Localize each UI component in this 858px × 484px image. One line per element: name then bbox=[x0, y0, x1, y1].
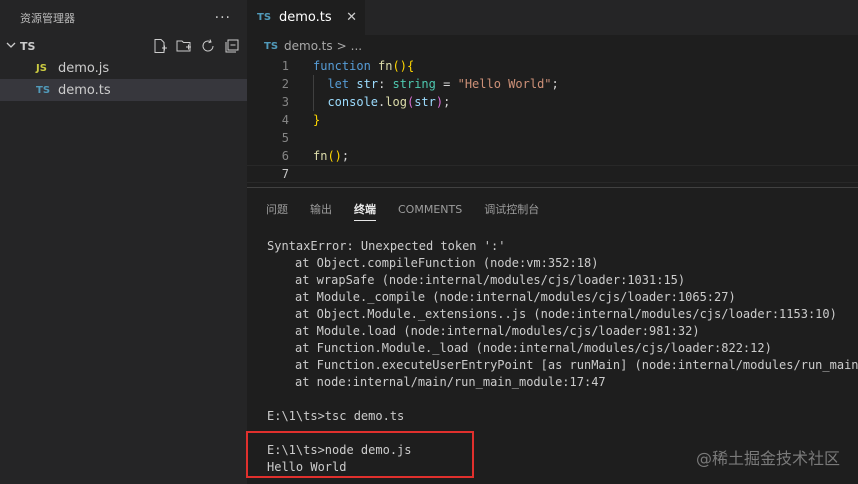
line-number: 5 bbox=[281, 131, 289, 145]
terminal-stack-line: at Function.executeUserEntryPoint [as ru… bbox=[295, 358, 858, 372]
line-number: 7 bbox=[281, 167, 289, 181]
js-file-icon: JS bbox=[36, 62, 47, 74]
code-line: 1 function fn(){ bbox=[247, 57, 858, 75]
ts-file-icon: TS bbox=[264, 40, 279, 52]
explorer-sidebar: 资源管理器 ··· TS JS demo.js TS demo.ts bbox=[0, 0, 247, 484]
terminal-stack-line: at Module._compile (node:internal/module… bbox=[295, 290, 736, 304]
tab-comments[interactable]: COMMENTS bbox=[398, 188, 462, 230]
file-item-demo-js[interactable]: JS demo.js bbox=[0, 57, 247, 79]
tab-debug-console[interactable]: 调试控制台 bbox=[484, 188, 539, 230]
tab-output[interactable]: 输出 bbox=[310, 188, 332, 230]
folder-name: TS bbox=[20, 39, 36, 53]
highlight-annotation-box bbox=[246, 431, 474, 478]
code-line: 3 console.log(str); bbox=[247, 93, 858, 111]
line-number: 1 bbox=[281, 59, 289, 73]
code-editor[interactable]: 1 function fn(){ 2 let str: string = "He… bbox=[247, 57, 858, 187]
terminal-stack-line: at Object.Module._extensions..js (node:i… bbox=[295, 307, 837, 321]
tab-demo-ts[interactable]: TS demo.ts ✕ bbox=[247, 0, 365, 35]
ts-file-icon: TS bbox=[257, 12, 272, 23]
breadcrumb-separator: > bbox=[336, 39, 347, 53]
refresh-icon[interactable] bbox=[199, 37, 217, 55]
file-item-demo-ts[interactable]: TS demo.ts bbox=[0, 79, 247, 101]
panel-tabs: 问题 输出 终端 COMMENTS 调试控制台 bbox=[247, 188, 858, 230]
indent-guide bbox=[313, 75, 314, 111]
tab-label: demo.ts bbox=[279, 10, 332, 25]
code-line: 5 bbox=[247, 129, 858, 147]
ts-file-icon: TS bbox=[36, 84, 51, 96]
terminal-stack-line: at wrapSafe (node:internal/modules/cjs/l… bbox=[295, 273, 686, 287]
breadcrumb-file[interactable]: demo.ts bbox=[284, 39, 333, 53]
breadcrumb: TS demo.ts > ... bbox=[247, 35, 858, 57]
code-line: 6 fn(); bbox=[247, 147, 858, 165]
terminal-command-line: E:\1\ts>tsc demo.ts bbox=[267, 409, 405, 423]
line-number: 2 bbox=[281, 77, 289, 91]
terminal-stack-line: at Function.Module._load (node:internal/… bbox=[295, 341, 772, 355]
more-actions-icon[interactable]: ··· bbox=[215, 10, 231, 26]
code-line-current: 7 bbox=[247, 165, 858, 183]
terminal-stack-line: at Module.load (node:internal/modules/cj… bbox=[295, 324, 700, 338]
tab-problems[interactable]: 问题 bbox=[266, 188, 288, 230]
file-name: demo.ts bbox=[58, 82, 111, 98]
explorer-title: 资源管理器 bbox=[20, 11, 75, 25]
close-icon[interactable]: ✕ bbox=[346, 10, 357, 25]
editor-area: TS demo.ts ✕ TS demo.ts > ... 1 function… bbox=[246, 0, 858, 484]
line-number: 4 bbox=[281, 113, 289, 127]
line-number: 6 bbox=[281, 149, 289, 163]
new-folder-icon[interactable] bbox=[175, 37, 193, 55]
new-file-icon[interactable] bbox=[151, 37, 169, 55]
folder-actions bbox=[151, 37, 241, 55]
chevron-down-icon bbox=[6, 40, 20, 53]
terminal-stack-line: at node:internal/main/run_main_module:17… bbox=[295, 375, 606, 389]
breadcrumb-symbol[interactable]: ... bbox=[351, 39, 362, 53]
collapse-all-icon[interactable] bbox=[223, 37, 241, 55]
terminal-error-line: SyntaxError: Unexpected token ':' bbox=[267, 239, 506, 253]
tab-terminal[interactable]: 终端 bbox=[354, 188, 376, 230]
code-line: 4 } bbox=[247, 111, 858, 129]
explorer-header: 资源管理器 ··· bbox=[0, 0, 247, 35]
file-name: demo.js bbox=[58, 60, 110, 76]
bottom-panel: 问题 输出 终端 COMMENTS 调试控制台 SyntaxError: Une… bbox=[246, 187, 858, 484]
terminal-stack-line: at Object.compileFunction (node:vm:352:1… bbox=[295, 256, 599, 270]
watermark: @稀土掘金技术社区 bbox=[695, 449, 840, 468]
line-number: 3 bbox=[281, 95, 289, 109]
tab-bar: TS demo.ts ✕ bbox=[247, 0, 858, 35]
code-line: 2 let str: string = "Hello World"; bbox=[247, 75, 858, 93]
